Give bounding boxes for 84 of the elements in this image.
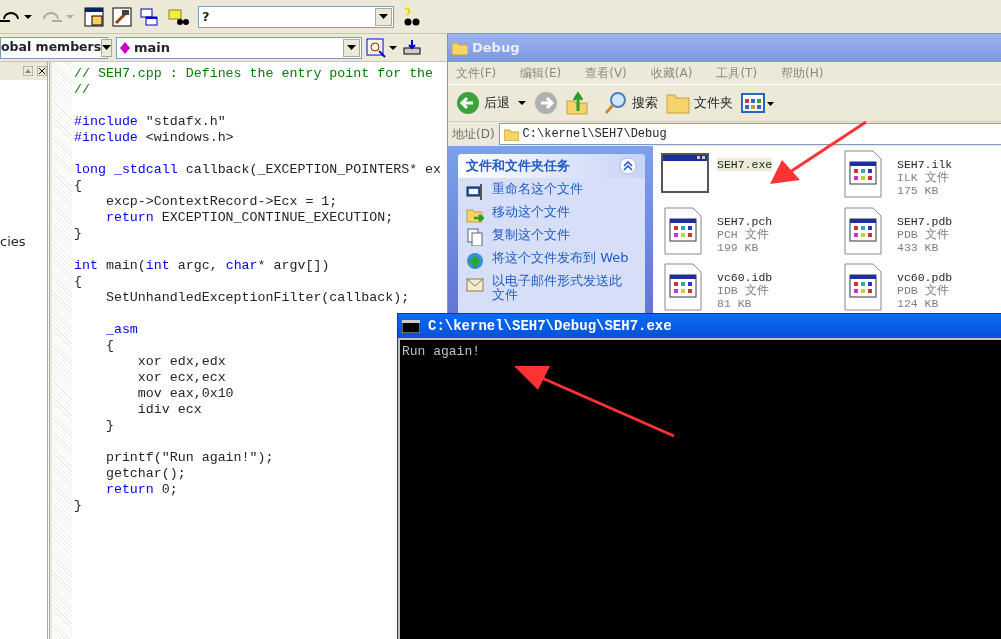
collapse-icon[interactable] bbox=[619, 157, 637, 175]
combo-value: obal members bbox=[1, 38, 102, 57]
folder-icon bbox=[666, 92, 690, 114]
diamond-icon bbox=[120, 41, 130, 54]
caret-icon bbox=[379, 14, 388, 19]
code-line: xor edx,edx bbox=[136, 354, 226, 369]
file-type: PDB 文件 bbox=[897, 284, 949, 298]
task-link[interactable]: 以电子邮件形式发送此文件 bbox=[492, 274, 632, 302]
code-line: _asm bbox=[104, 322, 138, 337]
code-line: // bbox=[74, 82, 90, 97]
code-line: SetUnhandledExceptionFilter(callback); bbox=[104, 290, 410, 305]
combo-value: main bbox=[134, 38, 171, 57]
views-icon[interactable] bbox=[741, 92, 775, 114]
file-type: PCH 文件 bbox=[717, 227, 769, 241]
code-line: } bbox=[74, 498, 82, 513]
file-name[interactable]: SEH7.pdb bbox=[897, 214, 953, 228]
find-combo[interactable]: ? bbox=[198, 5, 394, 28]
console-output: Run again! bbox=[402, 344, 480, 359]
file-name[interactable]: SEH7.pch bbox=[717, 214, 773, 228]
code-line: // SEH7.cpp : Defines the entry point for the bbox=[74, 66, 434, 81]
file-name[interactable]: vc60.idb bbox=[717, 271, 773, 285]
code-line: return EXCEPTION_CONTINUE_EXECUTION; bbox=[104, 210, 394, 225]
window-title: C:\kernel\SEH7\Debug\SEH7.exe bbox=[428, 316, 672, 336]
back-button[interactable]: 后退 bbox=[456, 91, 510, 115]
file-type: IDB 文件 bbox=[717, 284, 770, 298]
publish-task-icon[interactable] bbox=[466, 251, 484, 269]
file-size: 124 KB bbox=[897, 297, 940, 311]
close-icon[interactable] bbox=[37, 66, 47, 76]
up-folder-icon[interactable] bbox=[566, 91, 588, 115]
code-line: mov eax,0x10 bbox=[136, 386, 234, 401]
build-icon[interactable] bbox=[402, 37, 424, 58]
file-size: 175 KB bbox=[897, 184, 940, 197]
file-size: 81 KB bbox=[717, 297, 753, 311]
task-link[interactable]: 将这个文件发布到 Web bbox=[492, 251, 632, 265]
maximize-icon[interactable] bbox=[23, 66, 33, 76]
code-line: { bbox=[74, 178, 82, 193]
window-title: Debug bbox=[472, 39, 520, 58]
dropdown-button[interactable] bbox=[343, 38, 360, 57]
code-line: #include "stdafx.h" bbox=[74, 114, 226, 129]
console-icon bbox=[402, 319, 420, 333]
output-icon[interactable] bbox=[112, 6, 132, 27]
code-line: getchar(); bbox=[104, 466, 186, 481]
combo-value: ? bbox=[202, 7, 210, 26]
wizard-icon[interactable] bbox=[366, 37, 398, 58]
code-line: xor ecx,ecx bbox=[136, 370, 226, 385]
file-type: PDB 文件 bbox=[897, 227, 949, 241]
code-line: idiv ecx bbox=[136, 402, 202, 417]
task-link[interactable]: 移动这个文件 bbox=[492, 205, 632, 219]
code-line: int main(int argc, char* argv[]) bbox=[74, 258, 330, 273]
folders-button[interactable]: 文件夹 bbox=[666, 92, 733, 114]
code-line: #include <windows.h> bbox=[74, 130, 234, 145]
rename-task-icon[interactable] bbox=[466, 182, 484, 200]
workspace-icon[interactable] bbox=[84, 6, 104, 27]
dropdown-button[interactable] bbox=[375, 7, 392, 26]
code-line: } bbox=[104, 418, 114, 433]
caret-icon bbox=[347, 45, 356, 50]
code-line: { bbox=[74, 274, 82, 289]
copy-task-icon[interactable] bbox=[466, 228, 484, 246]
address-field[interactable]: C:\kernel\SEH7\Debug bbox=[498, 123, 1001, 145]
code-line: } bbox=[74, 226, 82, 241]
panel-title: 文件和文件夹任务 bbox=[466, 157, 570, 176]
file-name[interactable]: SEH7.ilk bbox=[897, 158, 953, 171]
file-name[interactable]: SEH7.exe bbox=[717, 158, 773, 171]
code-line: long _stdcall callback(_EXCEPTION_POINTERS* ex bbox=[74, 162, 442, 177]
member-combo[interactable]: main bbox=[116, 36, 362, 59]
search-button[interactable]: 搜索 bbox=[604, 91, 658, 115]
file-size: 433 KB bbox=[897, 240, 940, 254]
file-type: ILK 文件 bbox=[897, 171, 950, 184]
task-link[interactable]: 重命名这个文件 bbox=[492, 182, 632, 196]
code-line: printf("Run again!"); bbox=[104, 450, 274, 465]
windows-icon[interactable] bbox=[140, 6, 160, 27]
folder-icon bbox=[452, 41, 468, 55]
code-line: { bbox=[104, 338, 114, 353]
caret-icon[interactable] bbox=[518, 101, 526, 105]
task-link[interactable]: 复制这个文件 bbox=[492, 228, 632, 242]
file-size: 199 KB bbox=[717, 240, 760, 254]
caret-icon bbox=[102, 45, 112, 50]
dropdown-button[interactable] bbox=[101, 38, 113, 57]
code-line: excp->ContextRecord->Ecx = 1; bbox=[104, 194, 338, 209]
tree-item[interactable]: cies bbox=[0, 232, 47, 252]
code-line: return 0; bbox=[104, 482, 178, 497]
folder-icon bbox=[503, 127, 519, 141]
address-label: 地址(D) bbox=[452, 126, 495, 143]
file-name[interactable]: vc60.pdb bbox=[897, 271, 953, 285]
